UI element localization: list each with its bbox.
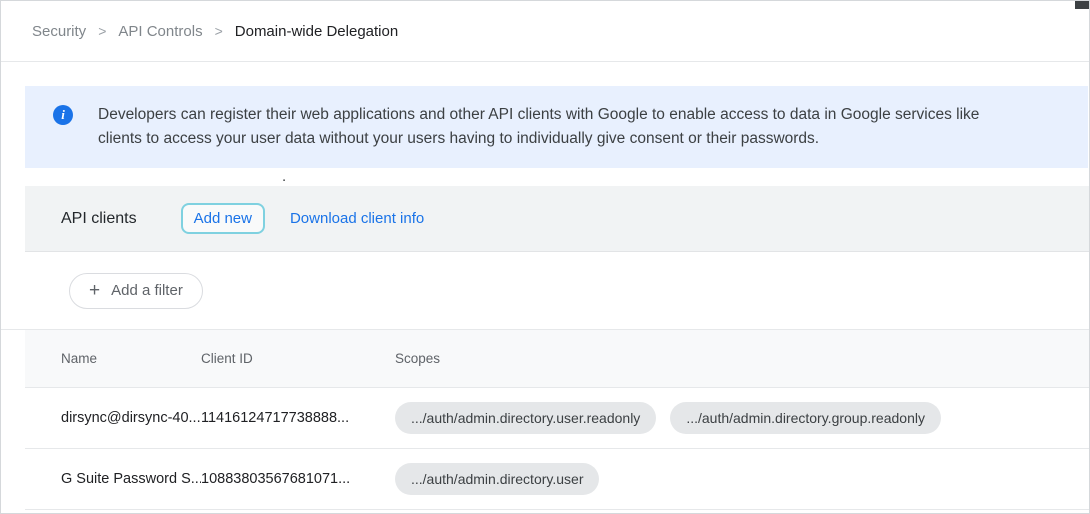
plus-icon: +	[89, 280, 101, 301]
domain-wide-delegation-page: Security > API Controls > Domain-wide De…	[0, 0, 1090, 514]
download-client-info-link[interactable]: Download client info	[290, 210, 424, 227]
info-banner: i Developers can register their web appl…	[25, 86, 1088, 168]
add-filter-button[interactable]: + Add a filter	[69, 272, 203, 309]
client-id: 11416124717738888...	[201, 410, 350, 426]
client-scopes: .../auth/admin.directory.user	[395, 463, 1089, 495]
add-new-button[interactable]: Add new	[180, 203, 265, 234]
breadcrumb-security[interactable]: Security	[32, 23, 86, 40]
api-clients-table: Name Client ID Scopes dirsync@dirsync-40…	[25, 330, 1089, 510]
banner-truncated-text: .	[282, 168, 287, 185]
table-header-row: Name Client ID Scopes	[25, 330, 1089, 388]
breadcrumb-api-controls[interactable]: API Controls	[118, 23, 202, 40]
add-filter-label: Add a filter	[111, 282, 183, 299]
table-row[interactable]: dirsync@dirsync-40... 11416124717738888.…	[25, 388, 1089, 449]
client-id: 10883803567681071...	[201, 471, 351, 487]
column-header-client-id: Client ID	[201, 351, 253, 366]
corner-artifact	[1075, 1, 1089, 9]
table-row[interactable]: G Suite Password S... 10883803567681071.…	[25, 449, 1089, 510]
filter-bar: + Add a filter	[1, 252, 1089, 330]
section-title: API clients	[61, 209, 137, 227]
banner-line-2: clients to access your user data without…	[98, 130, 820, 147]
info-icon: i	[53, 105, 73, 125]
column-header-name: Name	[61, 351, 98, 366]
breadcrumb-current-page: Domain-wide Delegation	[234, 22, 399, 40]
client-name: G Suite Password S...	[61, 471, 201, 487]
banner-line-1: Developers can register their web applic…	[98, 106, 980, 123]
client-name: dirsync@dirsync-40...	[61, 410, 201, 426]
banner-text: Developers can register their web applic…	[98, 103, 979, 151]
scope-chip: .../auth/admin.directory.group.readonly	[670, 402, 941, 434]
column-header-scopes: Scopes	[395, 351, 441, 366]
breadcrumb: Security > API Controls > Domain-wide De…	[1, 1, 1089, 62]
scope-chip: .../auth/admin.directory.user.readonly	[395, 402, 657, 434]
api-clients-header-band: API clients Add new Download client info	[25, 186, 1089, 252]
scope-chip: .../auth/admin.directory.user	[395, 463, 600, 495]
client-scopes: .../auth/admin.directory.user.readonly .…	[395, 402, 1089, 434]
breadcrumb-separator-icon: >	[98, 23, 107, 39]
breadcrumb-separator-icon: >	[214, 23, 223, 39]
